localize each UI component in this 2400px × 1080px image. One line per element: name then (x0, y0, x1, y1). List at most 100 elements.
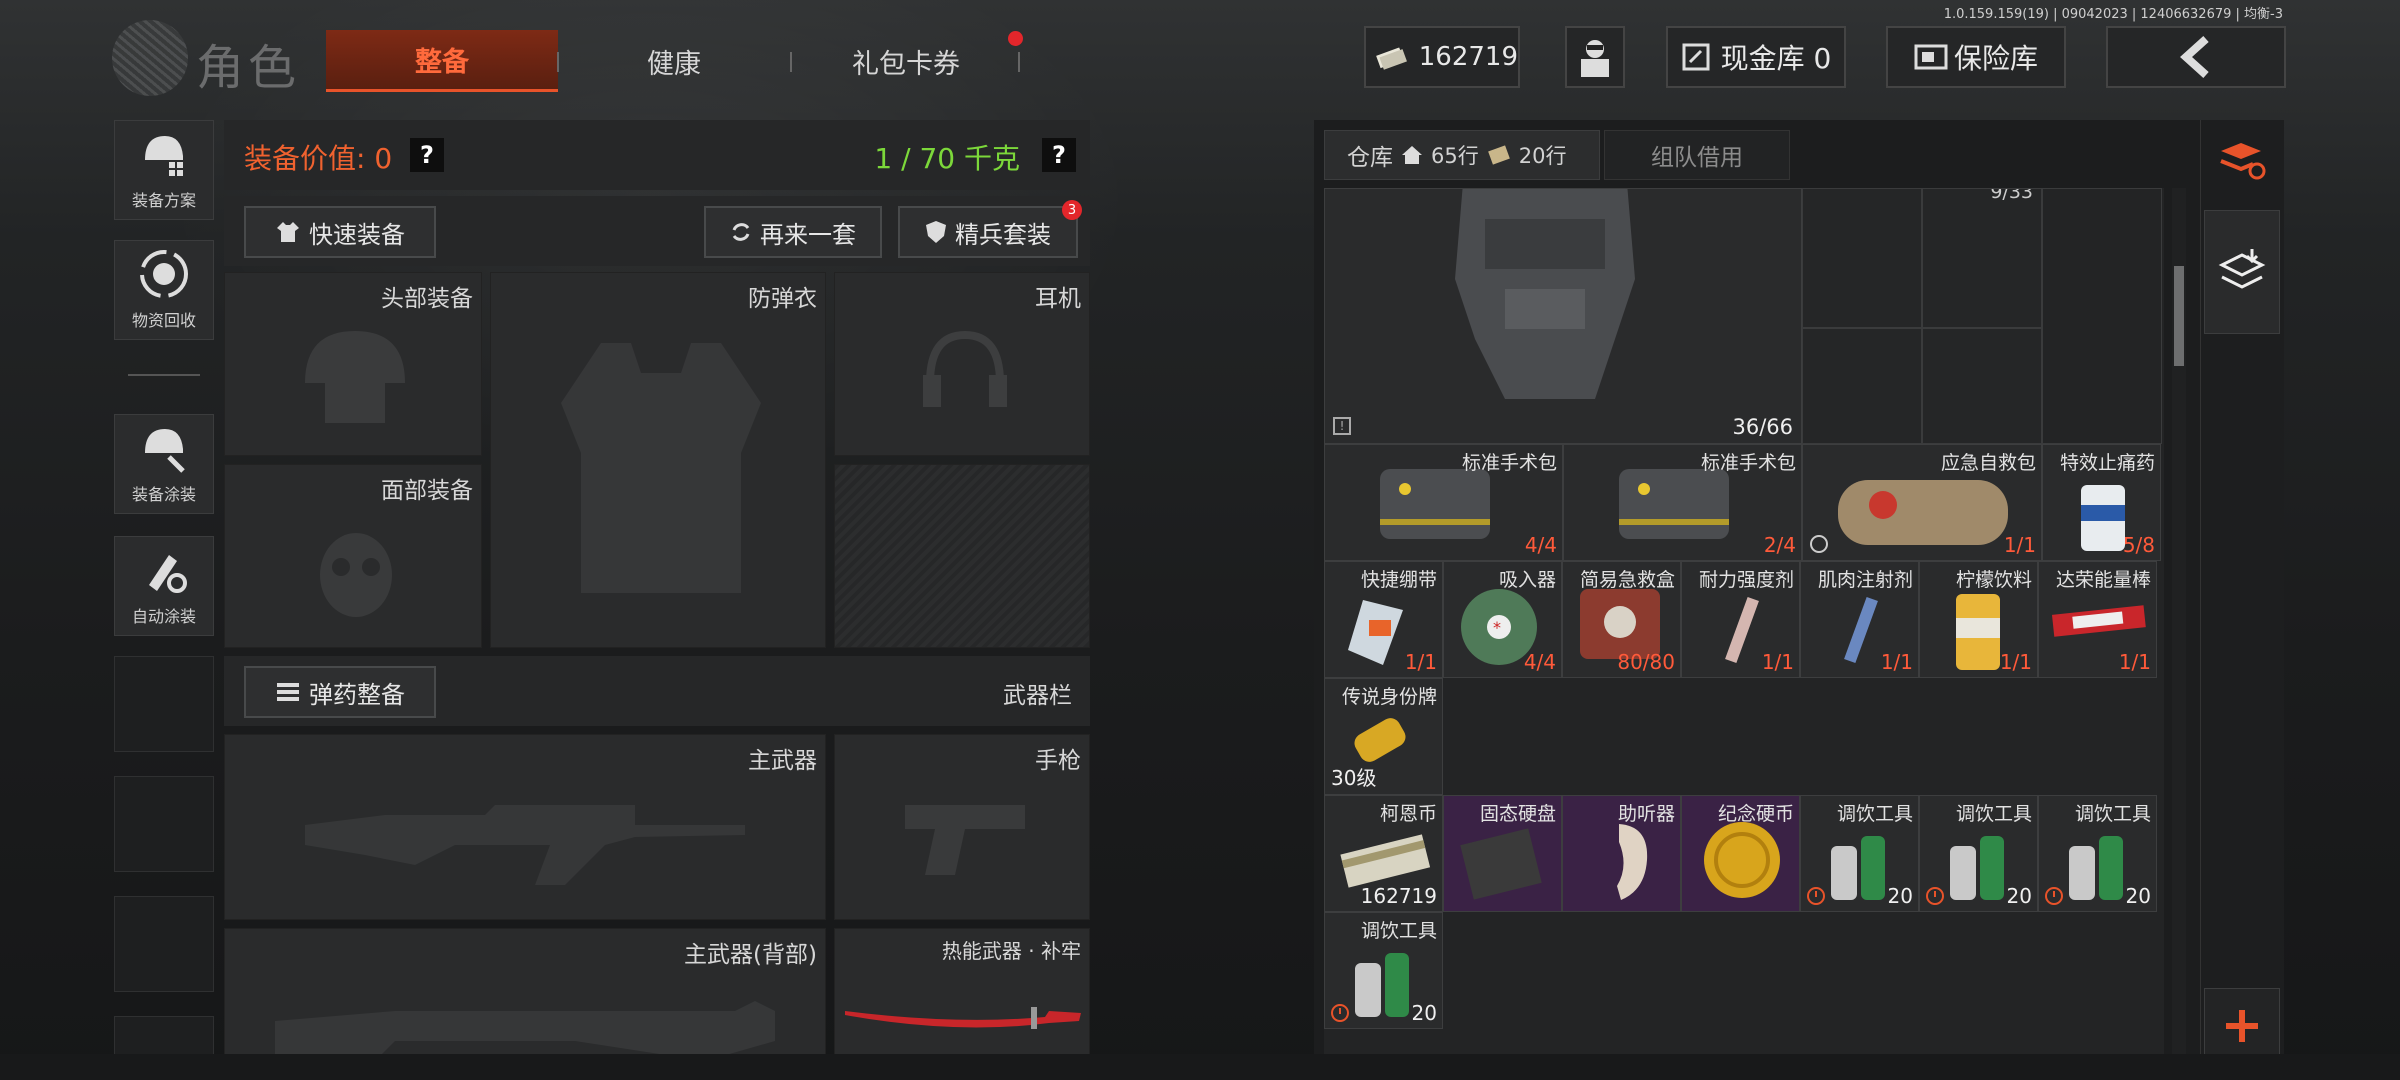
again-set-button[interactable]: 再来一套 (704, 206, 882, 258)
inventory-item[interactable]: 标准手术包 4/4 (1324, 444, 1563, 561)
item-quantity: 1/1 (1404, 650, 1437, 674)
item-name: 调饮工具 (1836, 803, 1913, 825)
inventory-item[interactable]: 标准手术包 2/4 (1563, 444, 1802, 561)
tactical-vest-icon (1455, 189, 1635, 399)
inventory-item[interactable]: 特效止痛药 5/8 (2042, 444, 2161, 561)
tab-giftpack[interactable]: 礼包卡券 (806, 30, 1006, 92)
mixing-tools-icon (1950, 836, 2004, 900)
tab-health[interactable]: 健康 (574, 30, 774, 92)
info-icon: ! (1333, 417, 1351, 435)
layers-download-icon (2218, 249, 2266, 289)
rifle-icon (305, 805, 745, 885)
empty-cell[interactable] (1802, 328, 1922, 444)
cash-vault-button[interactable]: 现金库 0 (1666, 26, 1846, 88)
sidebar-empty-slot[interactable] (114, 896, 214, 992)
slot-head[interactable]: 头部装备 (224, 272, 482, 456)
weight-help-button[interactable]: ? (1042, 138, 1076, 172)
inventory-item[interactable]: 固态硬盘 (1443, 795, 1562, 912)
sidebar-item-loadout-plan[interactable]: 装备方案 (114, 120, 214, 220)
inventory-item[interactable]: 传说身份牌 30级 (1324, 678, 1443, 795)
inventory-item[interactable]: 简易急救盒 80/80 (1562, 561, 1681, 678)
inventory-item[interactable]: 调饮工具 20 (1800, 795, 1919, 912)
gold-coin-icon (1704, 822, 1780, 898)
item-name: 吸入器 (1498, 569, 1556, 591)
inventory-item[interactable]: 调饮工具 20 (1324, 912, 1443, 1029)
headset-icon (923, 330, 1007, 407)
operator-icon (1581, 40, 1609, 77)
item-name: 耐力强度剂 (1698, 569, 1794, 591)
inventory-item[interactable]: 耐力强度剂 1/1 (1681, 561, 1800, 678)
item-quantity: 2/4 (1763, 533, 1796, 557)
slot-primary-weapon[interactable]: 主武器 (224, 734, 826, 920)
empty-cell[interactable] (2042, 188, 2162, 444)
elite-set-button[interactable]: 精兵套装 (898, 206, 1078, 258)
rows-count-a: 65行 (1431, 144, 1479, 168)
cash-icon (1376, 47, 1407, 70)
sidebar-item-auto-paint[interactable]: 自动涂装 (114, 536, 214, 636)
empty-cell[interactable] (1922, 328, 2042, 444)
inventory-item[interactable]: 柯恩币 162719 (1324, 795, 1443, 912)
sidebar-item-recycle[interactable]: 物资回收 (114, 240, 214, 340)
slot-pistol[interactable]: 手枪 (834, 734, 1090, 920)
tab-equip[interactable]: 整备 (326, 30, 558, 92)
timer-icon (1331, 1004, 1349, 1022)
slot-primary-back-label: 主武器(背部) (684, 942, 817, 968)
empty-cell[interactable] (1922, 188, 2042, 328)
inventory-item[interactable]: 纪念硬币 (1681, 795, 1800, 912)
inventory-item-vest[interactable]: 36/66 ! (1324, 188, 1802, 444)
equipment-value: 装备价值: 0 (244, 142, 393, 175)
emergency-kit-icon (1838, 480, 2008, 545)
inventory-item[interactable]: 达荣能量棒 1/1 (2038, 561, 2157, 678)
tab-team-borrow[interactable]: 组队借用 (1604, 130, 1790, 180)
add-storage-button[interactable] (2204, 988, 2280, 1064)
inventory-item[interactable]: 助听器 (1562, 795, 1681, 912)
tab-warehouse[interactable]: 仓库 65行 20行 (1324, 130, 1600, 180)
mixing-tools-icon (2069, 836, 2123, 900)
back-button[interactable] (2106, 26, 2286, 88)
item-name: 标准手术包 (1461, 452, 1557, 474)
insurance-vault-button[interactable]: 保险库 (1886, 26, 2066, 88)
tab-equip-label: 整备 (415, 47, 469, 78)
sidebar-item-paint[interactable]: 装备涂装 (114, 414, 214, 514)
sidebar-item-label: 装备方案 (131, 191, 196, 210)
notification-dot (1008, 31, 1023, 46)
quick-equip-button[interactable]: 快速装备 (244, 206, 436, 258)
sort-inventory-button[interactable] (2204, 124, 2280, 198)
item-name: 传说身份牌 (1341, 686, 1437, 708)
inventory-item[interactable]: 调饮工具 20 (1919, 795, 2038, 912)
slot-headset-label: 耳机 (1035, 286, 1081, 312)
item-name: 应急自救包 (1940, 452, 2036, 474)
shield-icon (926, 221, 946, 243)
slot-armor[interactable]: 防弹衣 (490, 272, 826, 648)
slot-face[interactable]: 面部装备 (224, 464, 482, 648)
item-quantity: 1/1 (2118, 650, 2151, 674)
item-name: 调饮工具 (1955, 803, 2032, 825)
store-items-button[interactable] (2204, 210, 2280, 334)
insurance-icon (1810, 535, 1828, 553)
inventory-item[interactable]: 柠檬饮料 1/1 (1919, 561, 2038, 678)
cash-bundle-icon (1487, 145, 1510, 165)
tab-team-label: 组队借用 (1651, 145, 1743, 171)
value-help-button[interactable]: ? (410, 138, 444, 172)
inventory-item[interactable]: 调饮工具 20 (2038, 795, 2157, 912)
item-name: 达荣能量棒 (2055, 569, 2151, 591)
weapon-bar-header: 弹药整备 武器栏 (224, 656, 1090, 726)
inventory-item[interactable]: * 吸入器 4/4 (1443, 561, 1562, 678)
timer-icon (2045, 887, 2063, 905)
sidebar-empty-slot[interactable] (114, 656, 214, 752)
again-set-label: 再来一套 (760, 220, 856, 249)
item-quantity: 162719 (1360, 884, 1437, 908)
currency-display[interactable]: 162719 (1364, 26, 1520, 88)
slot-headset[interactable]: 耳机 (834, 272, 1090, 456)
item-name: 柠檬饮料 (1955, 569, 2032, 591)
operator-button[interactable] (1565, 26, 1625, 88)
empty-cell[interactable] (1802, 188, 1922, 328)
inventory-scrollbar-track[interactable] (2172, 188, 2186, 1080)
ammo-equip-button[interactable]: 弹药整备 (244, 666, 436, 718)
inventory-item[interactable]: 肌肉注射剂 1/1 (1800, 561, 1919, 678)
inventory-item[interactable]: 快捷绷带 1/1 (1324, 561, 1443, 678)
inventory-item[interactable]: 应急自救包 1/1 (1802, 444, 2042, 561)
sidebar-empty-slot[interactable] (114, 776, 214, 872)
inventory-scrollbar-thumb[interactable] (2174, 266, 2184, 366)
home-icon (1402, 146, 1422, 164)
